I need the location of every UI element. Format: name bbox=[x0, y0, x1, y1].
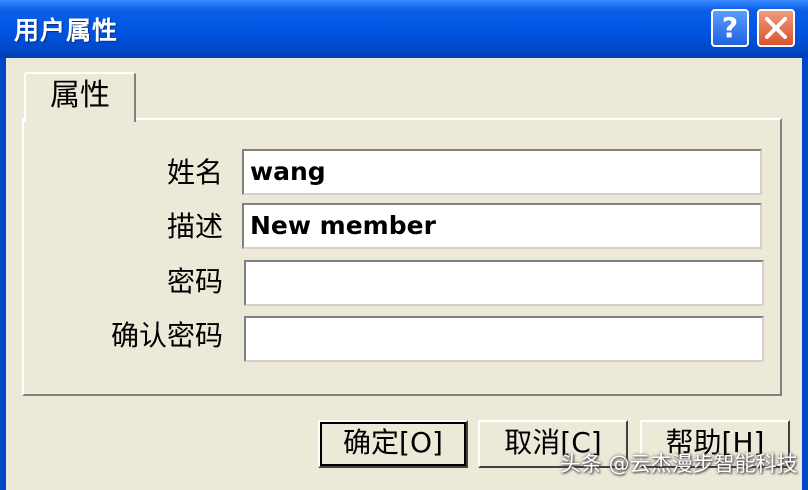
close-icon bbox=[765, 17, 787, 39]
confirm-password-label: 确认密码 bbox=[110, 319, 223, 352]
password-label: 密码 bbox=[166, 265, 223, 298]
window-border-right bbox=[802, 58, 808, 490]
confirm-password-field[interactable] bbox=[244, 316, 764, 362]
description-field[interactable]: New member bbox=[242, 203, 762, 249]
window-title: 用户属性 bbox=[14, 16, 119, 45]
password-field[interactable] bbox=[244, 260, 764, 306]
close-title-button[interactable] bbox=[757, 9, 795, 47]
description-label: 描述 bbox=[166, 210, 223, 243]
ok-button[interactable]: 确定[O] bbox=[318, 420, 468, 468]
user-properties-dialog: 用户属性 ? 属性 姓名 wang 描述 New member 密码 确认密码 … bbox=[0, 0, 808, 490]
window-border-left bbox=[0, 58, 6, 490]
question-icon: ? bbox=[721, 11, 739, 44]
name-field[interactable]: wang bbox=[242, 149, 762, 195]
name-label: 姓名 bbox=[166, 156, 223, 189]
help-title-button[interactable]: ? bbox=[711, 9, 749, 47]
watermark: 头条 @云杰漫步智能科技 bbox=[560, 452, 798, 476]
tab-properties[interactable]: 属性 bbox=[24, 72, 136, 122]
title-bar[interactable]: 用户属性 ? bbox=[0, 0, 808, 58]
